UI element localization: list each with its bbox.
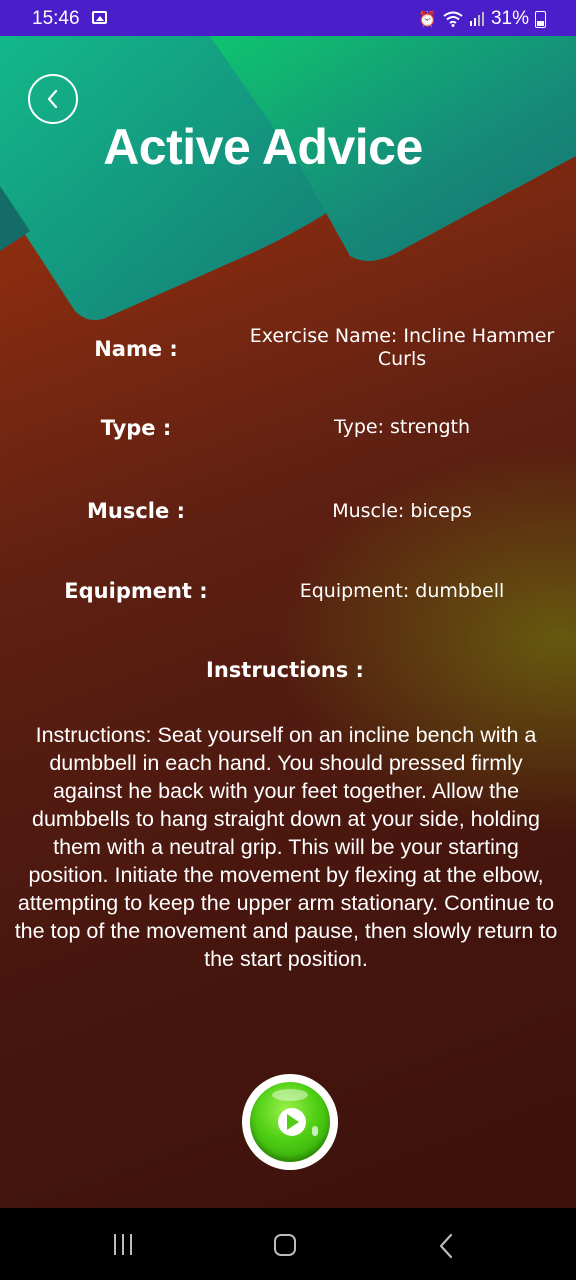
alarm-icon: ⏰: [418, 11, 437, 28]
status-time: 15:46: [32, 8, 80, 29]
home-icon[interactable]: [274, 1234, 296, 1256]
page-title: Active Advice: [103, 119, 423, 175]
status-bar: 15:46 ⏰ 31%: [0, 0, 576, 36]
muscle-label: Muscle :: [87, 499, 185, 523]
name-label: Name :: [94, 337, 178, 361]
equipment-label: Equipment :: [64, 579, 208, 603]
navigation-bar: [0, 1208, 576, 1280]
instructions-heading: Instructions :: [206, 658, 364, 682]
equipment-value: Equipment: dumbbell: [299, 580, 505, 602]
type-label: Type :: [100, 416, 172, 440]
muscle-value: Muscle: biceps: [332, 500, 472, 522]
instructions-text: Instructions: Seat yourself on an inclin…: [14, 723, 558, 971]
image-icon: [92, 11, 107, 24]
back-button[interactable]: [28, 74, 78, 124]
signal-icon: [469, 12, 484, 26]
battery-icon: [535, 10, 546, 28]
play-triangle-icon: [287, 1114, 299, 1130]
play-icon: [250, 1082, 330, 1162]
chevron-left-icon: [47, 89, 58, 109]
screen: 15:46 ⏰ 31% Active Advice Name: Exercis…: [0, 0, 576, 1280]
type-value: Type: strength: [333, 416, 471, 438]
header-background: [0, 36, 576, 320]
status-icons: ⏰ 31%: [418, 8, 546, 30]
back-icon[interactable]: [438, 1233, 454, 1259]
name-value: Exercise Name: Incline Hammer Curls: [249, 325, 555, 370]
recents-icon[interactable]: [114, 1234, 132, 1255]
wifi-icon: [443, 11, 463, 27]
play-button[interactable]: [242, 1074, 338, 1170]
battery-text: 31%: [490, 8, 529, 29]
